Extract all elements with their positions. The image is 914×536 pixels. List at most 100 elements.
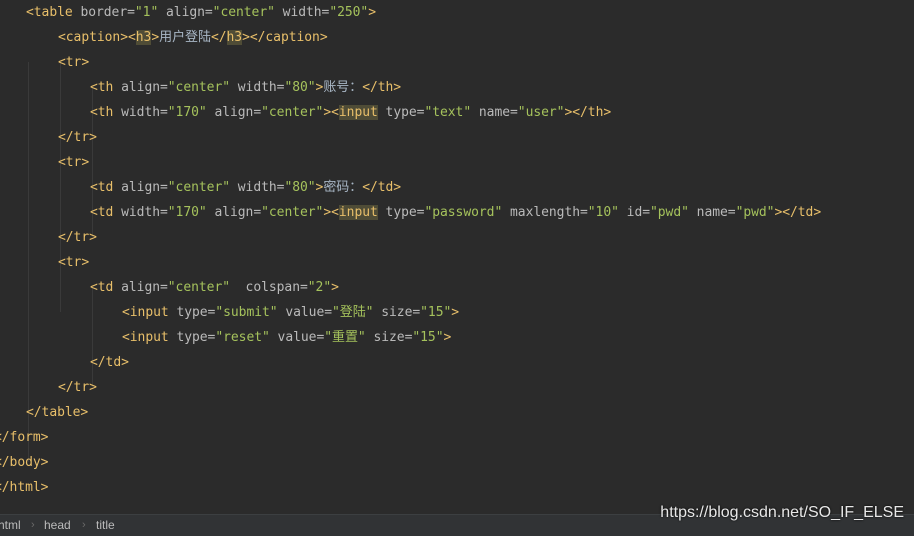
code-token-attr: size= <box>365 330 413 345</box>
code-line: </tr> <box>58 375 97 400</box>
code-token-str: "1" <box>134 5 159 20</box>
code-token-hl: h3 <box>226 30 243 45</box>
code-token-str: "15" <box>420 305 452 320</box>
code-token-str: "250" <box>329 5 369 20</box>
code-token-tag: <td <box>90 280 114 295</box>
code-line: <td align="center" width="80">密码：</td> <box>90 175 401 200</box>
code-token-str: "pwd" <box>735 205 775 220</box>
code-token-str: "center" <box>212 5 275 20</box>
code-token-str: "2" <box>307 280 332 295</box>
code-token-tag: </td> <box>362 180 402 195</box>
code-token-str: "center" <box>261 205 324 220</box>
code-token-tag: <td <box>90 205 114 220</box>
code-token-text: 账号： <box>323 80 363 95</box>
code-token-str: "center" <box>167 180 230 195</box>
chevron-right-icon: › <box>31 519 35 531</box>
code-line: <tr> <box>58 250 89 275</box>
code-token-str: "reset" <box>215 330 270 345</box>
code-line: </form> <box>0 425 48 450</box>
code-token-tag: </table> <box>26 405 89 420</box>
code-token-str: "user" <box>517 105 565 120</box>
code-editor[interactable]: <table border="1" align="center" width="… <box>0 0 914 514</box>
code-line: <tr> <box>58 50 89 75</box>
code-token-attr: align= <box>113 180 168 195</box>
code-line: </html> <box>0 475 48 500</box>
code-token-tag: <tr> <box>58 155 90 170</box>
code-line: </tr> <box>58 125 97 150</box>
code-token-str: "10" <box>587 205 619 220</box>
code-token-hl: input <box>338 205 378 220</box>
code-token-str: "15" <box>412 330 444 345</box>
code-token-tag: </html> <box>0 480 49 495</box>
code-token-attr: name= <box>471 105 518 120</box>
code-token-tag: > <box>331 280 339 295</box>
code-token-hl: input <box>338 105 378 120</box>
code-line: <th align="center" width="80">账号：</th> <box>90 75 401 100</box>
breadcrumb-title[interactable]: title <box>96 515 115 536</box>
watermark: https://blog.csdn.net/SO_IF_ELSE <box>660 504 904 521</box>
code-token-str: "170" <box>167 205 207 220</box>
code-token-str: "submit" <box>215 305 278 320</box>
code-token-text: 密码： <box>323 180 363 195</box>
code-token-attr: width= <box>230 80 285 95</box>
code-token-str: "center" <box>167 280 230 295</box>
code-token-str: "登陆" <box>332 305 374 320</box>
code-token-str: "80" <box>284 180 316 195</box>
code-token-tag: <th <box>90 80 114 95</box>
code-token-str: "重置" <box>324 330 366 345</box>
breadcrumb-html[interactable]: html <box>0 515 21 536</box>
code-token-tag: ></caption> <box>242 30 328 45</box>
code-token-tag: </tr> <box>58 130 97 145</box>
code-line: <td width="170" align="center"><input ty… <box>90 200 821 225</box>
code-token-str: "170" <box>167 105 207 120</box>
code-token-tag: > <box>151 30 160 45</box>
code-token-str: "center" <box>261 105 324 120</box>
code-token-attr: id= <box>618 205 650 220</box>
code-token-attr: type= <box>168 305 216 320</box>
code-line: </td> <box>90 350 129 375</box>
code-line: <th width="170" align="center"><input ty… <box>90 100 611 125</box>
code-token-attr: type= <box>377 105 425 120</box>
code-line: <tr> <box>58 150 89 175</box>
code-token-str: "80" <box>284 80 316 95</box>
code-token-attr: width= <box>113 105 168 120</box>
code-token-attr: type= <box>168 330 216 345</box>
code-token-attr: name= <box>688 205 736 220</box>
code-token-tag: </tr> <box>58 230 97 245</box>
code-token-attr: type= <box>377 205 425 220</box>
code-token-attr: value= <box>277 305 332 320</box>
code-token-attr: width= <box>230 180 285 195</box>
code-token-str: "pwd" <box>650 205 689 220</box>
code-token-tag: <th <box>90 105 114 120</box>
code-token-tag: ></th> <box>564 105 612 120</box>
code-token-str: "center" <box>167 80 230 95</box>
code-token-attr: width= <box>113 205 168 220</box>
code-token-str: "text" <box>424 105 472 120</box>
code-line: <input type="submit" value="登陆" size="15… <box>122 300 459 325</box>
code-token-tag: </ <box>210 30 227 45</box>
code-token-attr: align= <box>206 105 262 120</box>
code-token-text: 用户登陆 <box>159 30 211 45</box>
code-token-tag: </th> <box>362 80 402 95</box>
code-token-attr: border= <box>72 5 135 20</box>
code-token-attr: value= <box>269 330 325 345</box>
code-line: <input type="reset" value="重置" size="15"… <box>122 325 451 350</box>
code-token-tag: <tr> <box>58 55 90 70</box>
code-token-tag: >< <box>323 205 339 220</box>
code-token-attr: align= <box>113 80 168 95</box>
code-line: <table border="1" align="center" width="… <box>26 0 376 25</box>
code-token-tag: <table <box>26 5 73 20</box>
code-token-tag: > <box>451 305 460 320</box>
breadcrumb-head[interactable]: head <box>44 515 71 536</box>
code-token-attr: colspan= <box>230 280 308 295</box>
code-line: </tr> <box>58 225 97 250</box>
code-token-tag: > <box>368 5 376 20</box>
code-line: </body> <box>0 450 48 475</box>
code-token-tag: </tr> <box>58 380 97 395</box>
code-line: <td align="center" colspan="2"> <box>90 275 339 300</box>
code-line: <caption><h3>用户登陆</h3></caption> <box>58 25 328 50</box>
code-token-tag: <td <box>90 180 114 195</box>
code-token-attr: width= <box>274 5 330 20</box>
code-token-tag: </body> <box>0 455 49 470</box>
code-token-attr: align= <box>113 280 168 295</box>
